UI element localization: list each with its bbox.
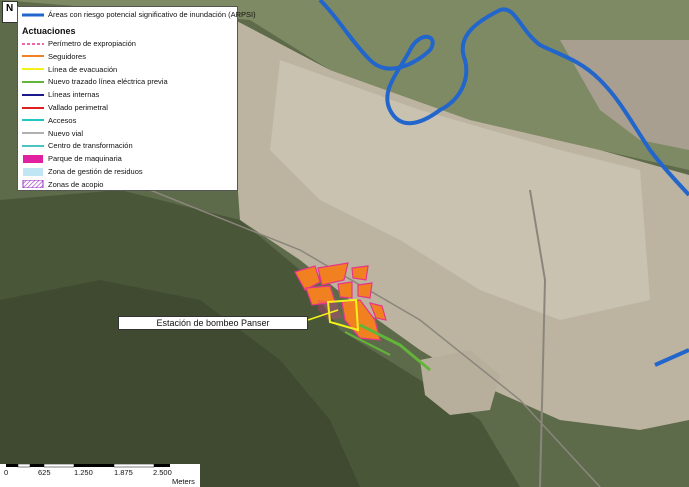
- legend-label: Zonas de acopio: [48, 179, 104, 189]
- legend-symbol-line: [22, 142, 44, 150]
- legend-symbol-line: [22, 65, 44, 73]
- legend-symbol-hatch: [22, 179, 44, 189]
- legend-label: Centro de transformación: [48, 141, 133, 151]
- legend-label: Vallado perimetral: [48, 103, 108, 112]
- legend-label: Nuevo trazado línea eléctrica previa: [48, 77, 168, 87]
- legend-item: Zona de gestión de residuos: [22, 167, 143, 176]
- legend-symbol-line: [22, 116, 44, 124]
- legend-item: Accesos: [22, 116, 76, 125]
- scale-tick: 2.500: [153, 468, 172, 477]
- legend-item-arpsi: Áreas con riesgo potencial significativo…: [22, 10, 256, 19]
- legend-label: Parque de maquinaria: [48, 154, 122, 164]
- legend-item: Perímetro de expropiación: [22, 39, 136, 48]
- legend-symbol-fill: [22, 167, 44, 176]
- legend-item: Nuevo vial: [22, 129, 83, 138]
- scale-tick: 1.250: [74, 468, 93, 477]
- legend-symbol-fill: [22, 154, 44, 163]
- legend-label: Línea de evacuación: [48, 64, 118, 74]
- legend-symbol-line: [22, 129, 44, 137]
- legend-item: Líneas internas: [22, 90, 99, 99]
- legend-title: Actuaciones: [22, 26, 76, 36]
- legend-symbol-dashed-line: [22, 40, 44, 48]
- legend-label: Perímetro de expropiación: [48, 39, 136, 48]
- scale-tick: 625: [38, 468, 51, 477]
- legend-symbol-line: [22, 91, 44, 99]
- north-arrow: N: [2, 1, 18, 23]
- legend-symbol-line: [22, 78, 44, 86]
- legend-label: Nuevo vial: [48, 128, 84, 138]
- legend-item: Vallado perimetral: [22, 103, 108, 112]
- legend-symbol-line: [22, 11, 44, 19]
- legend-symbol-line: [22, 104, 44, 112]
- legend-item: Centro de transformación: [22, 141, 133, 150]
- legend-label: Accesos: [48, 115, 77, 125]
- legend-panel: Áreas con riesgo potencial significativo…: [17, 6, 256, 191]
- legend-item: Nuevo trazado línea eléctrica previa: [22, 77, 168, 86]
- legend-symbol-line: [22, 52, 44, 60]
- scale-tick: 0: [4, 468, 9, 477]
- legend-item: Parque de maquinaria: [22, 154, 122, 163]
- pump-station-label: Estación de bombeo Panser: [118, 316, 308, 330]
- legend-label: Seguidores: [48, 51, 86, 61]
- legend-label: Zona de gestión de residuos: [48, 167, 143, 176]
- scale-tick: 1.875: [114, 468, 133, 477]
- legend-label: Áreas con riesgo potencial significativo…: [48, 10, 256, 19]
- scale-bar: 0 625 1.250 1.875 2.500 Meters: [0, 464, 200, 487]
- scale-unit: Meters: [172, 477, 195, 486]
- legend-item: Seguidores: [22, 52, 86, 61]
- legend-item: Línea de evacuación: [22, 65, 117, 74]
- map-canvas[interactable]: N Áreas con riesgo potencial significati…: [0, 0, 689, 487]
- legend-item: Zonas de acopio: [22, 179, 104, 189]
- legend-label: Líneas internas: [48, 90, 100, 100]
